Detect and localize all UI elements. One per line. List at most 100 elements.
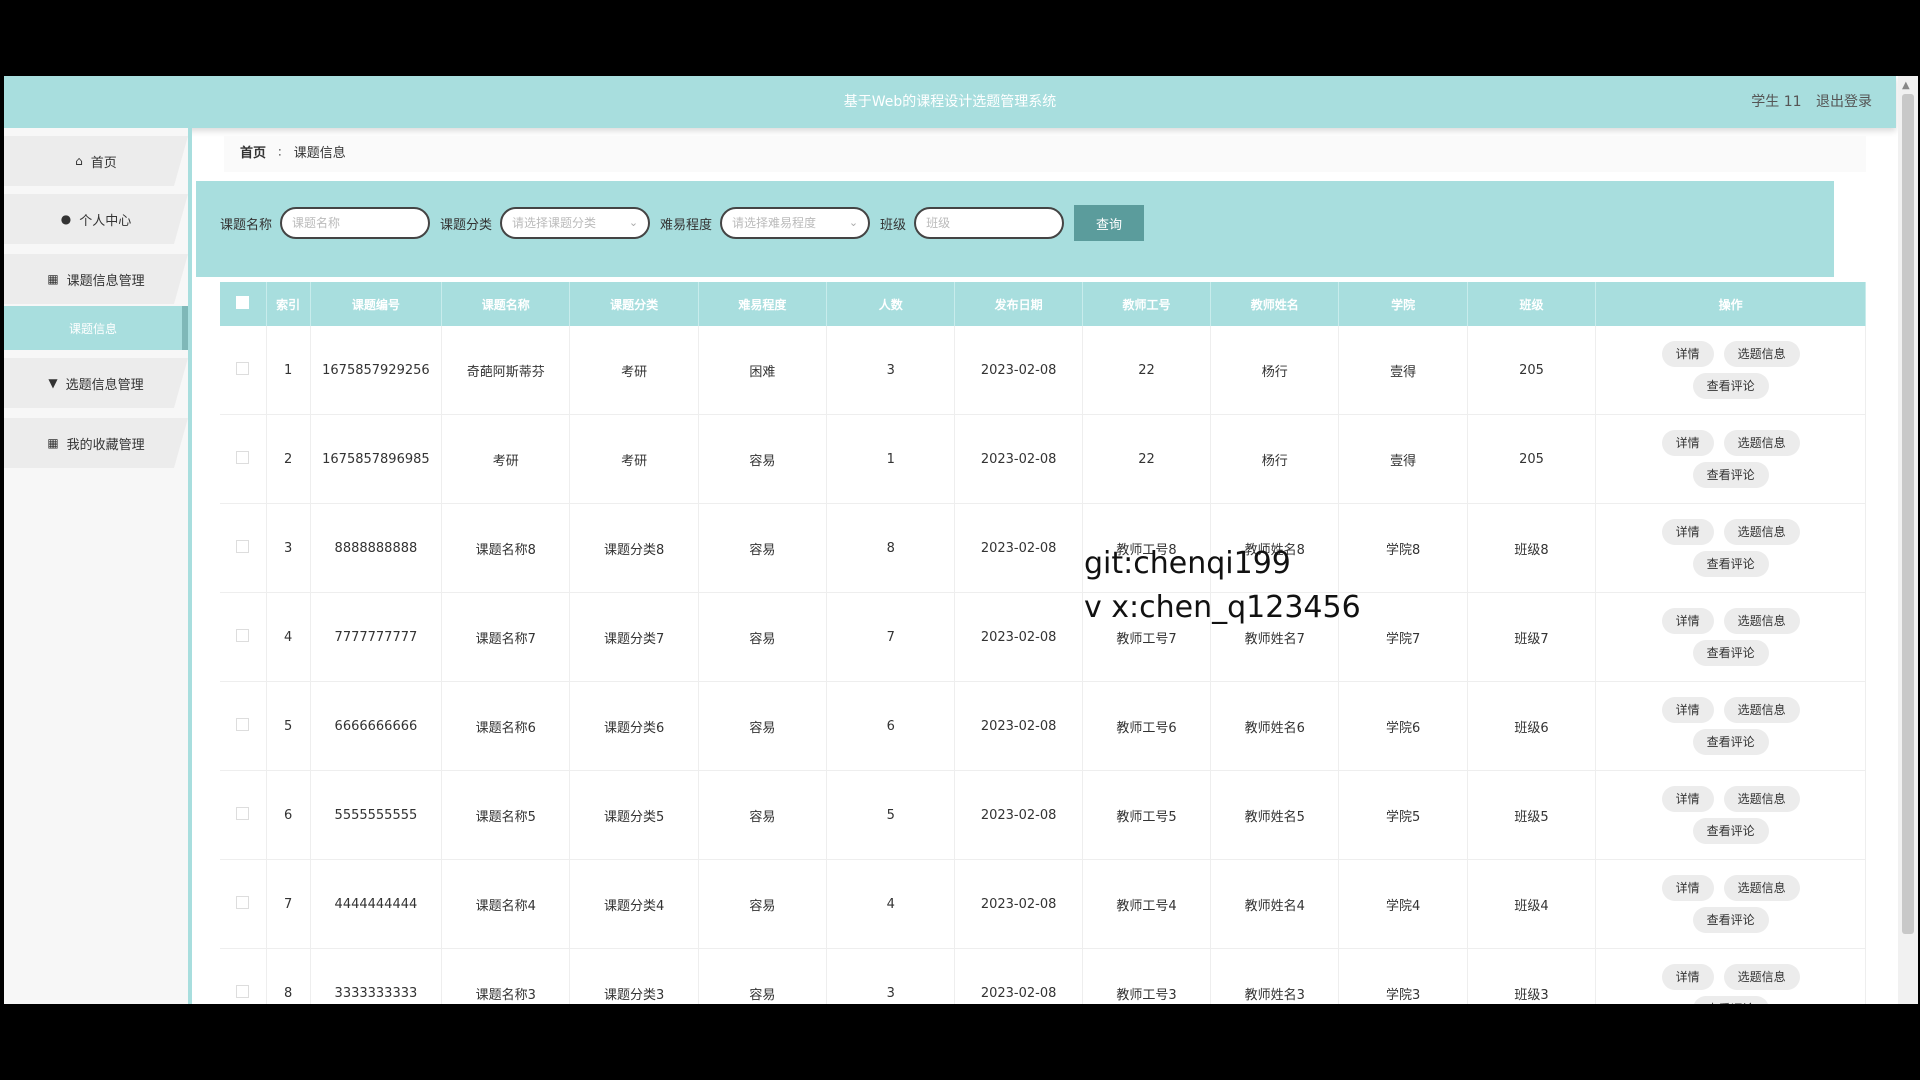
view-comments-button[interactable]: 查看评论	[1692, 462, 1769, 488]
table-cell: 课题分类3	[569, 948, 699, 1004]
view-comments-button[interactable]: 查看评论	[1692, 996, 1769, 1004]
selection-info-button[interactable]: 选题信息	[1723, 608, 1800, 634]
difficulty-select[interactable]: 请选择难易程度 ⌄	[720, 207, 871, 239]
sidebar-item-label: 我的收藏管理	[66, 437, 145, 453]
table-cell: 2023-02-08	[954, 326, 1083, 415]
breadcrumb: 首页 ∶ 课题信息	[224, 136, 1866, 172]
breadcrumb-home[interactable]: 首页	[240, 146, 266, 161]
row-checkbox[interactable]	[220, 326, 267, 415]
detail-button[interactable]: 详情	[1661, 341, 1714, 367]
class-label: 班级	[880, 217, 907, 233]
sidebar-item-personal-center[interactable]: ● 个人中心	[4, 194, 188, 244]
table-cell: 壹得	[1338, 326, 1468, 415]
column-header: 课题编号	[310, 282, 443, 326]
view-comments-button[interactable]: 查看评论	[1692, 729, 1769, 755]
scroll-up-icon[interactable]: ▲	[1902, 80, 1910, 91]
select-all-checkbox[interactable]	[220, 282, 267, 326]
row-actions: 详情选题信息查看评论	[1595, 770, 1866, 860]
detail-button[interactable]: 详情	[1661, 430, 1714, 456]
detail-button[interactable]: 详情	[1661, 697, 1714, 723]
table-cell: 课题分类4	[569, 859, 699, 949]
table-cell: 奇葩阿斯蒂芬	[441, 326, 571, 415]
watermark-line-1: git:chenqi199	[1084, 546, 1291, 581]
table-cell: 4	[826, 859, 956, 949]
detail-button[interactable]: 详情	[1661, 786, 1714, 812]
table-cell: 考研	[569, 326, 699, 415]
table-cell: 学院5	[1338, 770, 1468, 860]
sidebar-item-label: 首页	[90, 155, 117, 171]
detail-button[interactable]: 详情	[1661, 608, 1714, 634]
row-checkbox[interactable]	[220, 503, 267, 593]
detail-button[interactable]: 详情	[1661, 875, 1714, 901]
view-comments-button[interactable]: 查看评论	[1692, 551, 1769, 577]
row-checkbox[interactable]	[220, 859, 267, 949]
row-checkbox[interactable]	[220, 681, 267, 771]
table-header-row: 索引 课题编号 课题名称 课题分类 难易程度 人数 发布日期 教师工号 教师姓名…	[220, 282, 1866, 326]
table-cell: 2023-02-08	[954, 503, 1083, 593]
selection-info-button[interactable]: 选题信息	[1723, 341, 1800, 367]
row-actions: 详情选题信息查看评论	[1595, 859, 1866, 949]
table-cell: 5	[266, 681, 311, 771]
selection-info-button[interactable]: 选题信息	[1723, 519, 1800, 545]
table-cell: 容易	[698, 770, 828, 860]
selection-info-button[interactable]: 选题信息	[1723, 875, 1800, 901]
selection-info-button[interactable]: 选题信息	[1723, 430, 1800, 456]
topic-name-input[interactable]: 课题名称	[280, 207, 431, 239]
sidebar-item-topic-management[interactable]: ▦ 课题信息管理	[4, 254, 188, 304]
table-cell: 8	[266, 948, 311, 1004]
class-placeholder: 班级	[926, 216, 951, 230]
table-cell: 2023-02-08	[954, 948, 1083, 1004]
sidebar: ⌂ 首页 ● 个人中心 ▦ 课题信息管理 课题信息 ▼ 选题信息管理 ▦ 我的收…	[4, 128, 192, 1004]
sidebar-subitem-topic-info[interactable]: 课题信息	[4, 306, 188, 350]
selection-info-button[interactable]: 选题信息	[1723, 964, 1800, 990]
row-checkbox[interactable]	[220, 770, 267, 860]
view-comments-button[interactable]: 查看评论	[1692, 373, 1769, 399]
table-cell: 班级7	[1467, 592, 1597, 682]
topic-table: 索引 课题编号 课题名称 课题分类 难易程度 人数 发布日期 教师工号 教师姓名…	[220, 282, 1866, 1004]
row-actions: 详情选题信息查看评论	[1595, 592, 1866, 682]
table-cell: 3	[266, 503, 311, 593]
class-input[interactable]: 班级	[914, 207, 1065, 239]
column-header: 学院	[1338, 282, 1468, 326]
home-icon: ⌂	[75, 154, 83, 168]
table-cell: 课题名称8	[441, 503, 571, 593]
selection-info-button[interactable]: 选题信息	[1723, 697, 1800, 723]
row-checkbox[interactable]	[220, 592, 267, 682]
search-row: 课题名称 课题名称 课题分类 请选择课题分类 ⌄ 难易程度 请选择难易程度 ⌄ …	[220, 205, 1145, 241]
row-checkbox[interactable]	[220, 948, 267, 1004]
difficulty-placeholder: 请选择难易程度	[732, 216, 817, 230]
logout-link[interactable]: 退出登录	[1816, 94, 1872, 110]
topic-name-placeholder: 课题名称	[292, 216, 341, 230]
table-cell: 7	[266, 859, 311, 949]
selection-info-button[interactable]: 选题信息	[1723, 786, 1800, 812]
table-cell: 2023-02-08	[954, 681, 1083, 771]
detail-button[interactable]: 详情	[1661, 964, 1714, 990]
sidebar-item-home[interactable]: ⌂ 首页	[4, 136, 188, 186]
chevron-down-icon: ⌄	[628, 216, 639, 229]
table-cell: 4444444444	[310, 859, 443, 949]
sidebar-subitem-label: 课题信息	[68, 321, 117, 336]
table-cell: 课题名称4	[441, 859, 571, 949]
column-header: 课题名称	[441, 282, 571, 326]
view-comments-button[interactable]: 查看评论	[1692, 907, 1769, 933]
table-cell: 教师工号3	[1082, 948, 1212, 1004]
topic-category-select[interactable]: 请选择课题分类 ⌄	[500, 207, 651, 239]
table-cell: 教师姓名3	[1210, 948, 1340, 1004]
column-header: 人数	[826, 282, 956, 326]
row-checkbox[interactable]	[220, 414, 267, 504]
detail-button[interactable]: 详情	[1661, 519, 1714, 545]
sidebar-item-selection-management[interactable]: ▼ 选题信息管理	[4, 358, 188, 408]
query-button[interactable]: 查询	[1074, 205, 1145, 241]
view-comments-button[interactable]: 查看评论	[1692, 640, 1769, 666]
table-cell: 2023-02-08	[954, 770, 1083, 860]
column-header: 教师工号	[1082, 282, 1212, 326]
table-row: 1 1675857929256 奇葩阿斯蒂芬 考研 困难 3 2023-02-08 22 杨行壹…	[220, 326, 1866, 415]
scrollbar-thumb[interactable]	[1902, 94, 1914, 934]
table-cell: 3	[826, 948, 956, 1004]
topic-table-wrapper: 索引 课题编号 课题名称 课题分类 难易程度 人数 发布日期 教师工号 教师姓名…	[220, 282, 1866, 1004]
view-comments-button[interactable]: 查看评论	[1692, 818, 1769, 844]
difficulty-label: 难易程度	[660, 217, 713, 233]
page-scrollbar[interactable]: ▲	[1898, 76, 1918, 1004]
table-row: 8 3333333333 课题名称3 课题分类3 容易 3 2023-02-08 教师工号3 教…	[220, 948, 1866, 1004]
sidebar-item-favorites-management[interactable]: ▦ 我的收藏管理	[4, 418, 188, 468]
